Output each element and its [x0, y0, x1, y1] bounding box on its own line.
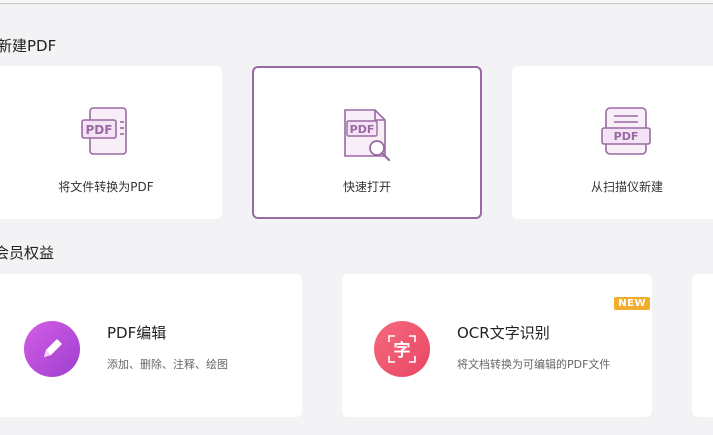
- feature-card-partial[interactable]: [692, 274, 713, 417]
- feature-title: PDF编辑: [107, 324, 167, 342]
- card-convert-to-pdf[interactable]: PDF 将文件转换为PDF: [0, 66, 222, 219]
- section-title-member: 会员权益: [0, 244, 55, 262]
- top-divider: [0, 0, 713, 4]
- card-label: 从扫描仪新建: [590, 180, 663, 194]
- scanner-icon: PDF: [601, 107, 651, 155]
- new-badge: NEW: [614, 297, 650, 310]
- svg-text:PDF: PDF: [350, 123, 375, 136]
- feature-desc: 添加、删除、注释、绘图: [107, 358, 228, 371]
- edit-pencil-icon: [24, 321, 80, 377]
- feature-card-pdf-edit[interactable]: PDF编辑 添加、删除、注释、绘图: [0, 274, 302, 417]
- ocr-icon-text: 字: [394, 340, 411, 361]
- file-to-pdf-icon: PDF: [81, 107, 127, 155]
- pdf-search-icon: PDF: [344, 109, 391, 162]
- card-label: 将文件转换为PDF: [58, 180, 154, 194]
- card-label: 快速打开: [342, 180, 391, 194]
- feature-card-ocr[interactable]: NEW 字 OCR文字识别 将文档转换为可编辑的PDF文件: [342, 274, 652, 417]
- ocr-char-icon: 字: [374, 321, 430, 377]
- svg-text:PDF: PDF: [86, 123, 113, 137]
- section-title-new-pdf: 新建PDF: [0, 37, 57, 55]
- feature-desc: 将文档转换为可编辑的PDF文件: [457, 358, 611, 371]
- card-scanner-new[interactable]: PDF 从扫描仪新建: [512, 66, 713, 219]
- card-quick-open[interactable]: PDF 快速打开: [252, 66, 482, 219]
- svg-text:PDF: PDF: [614, 130, 639, 143]
- feature-title: OCR文字识别: [457, 324, 550, 342]
